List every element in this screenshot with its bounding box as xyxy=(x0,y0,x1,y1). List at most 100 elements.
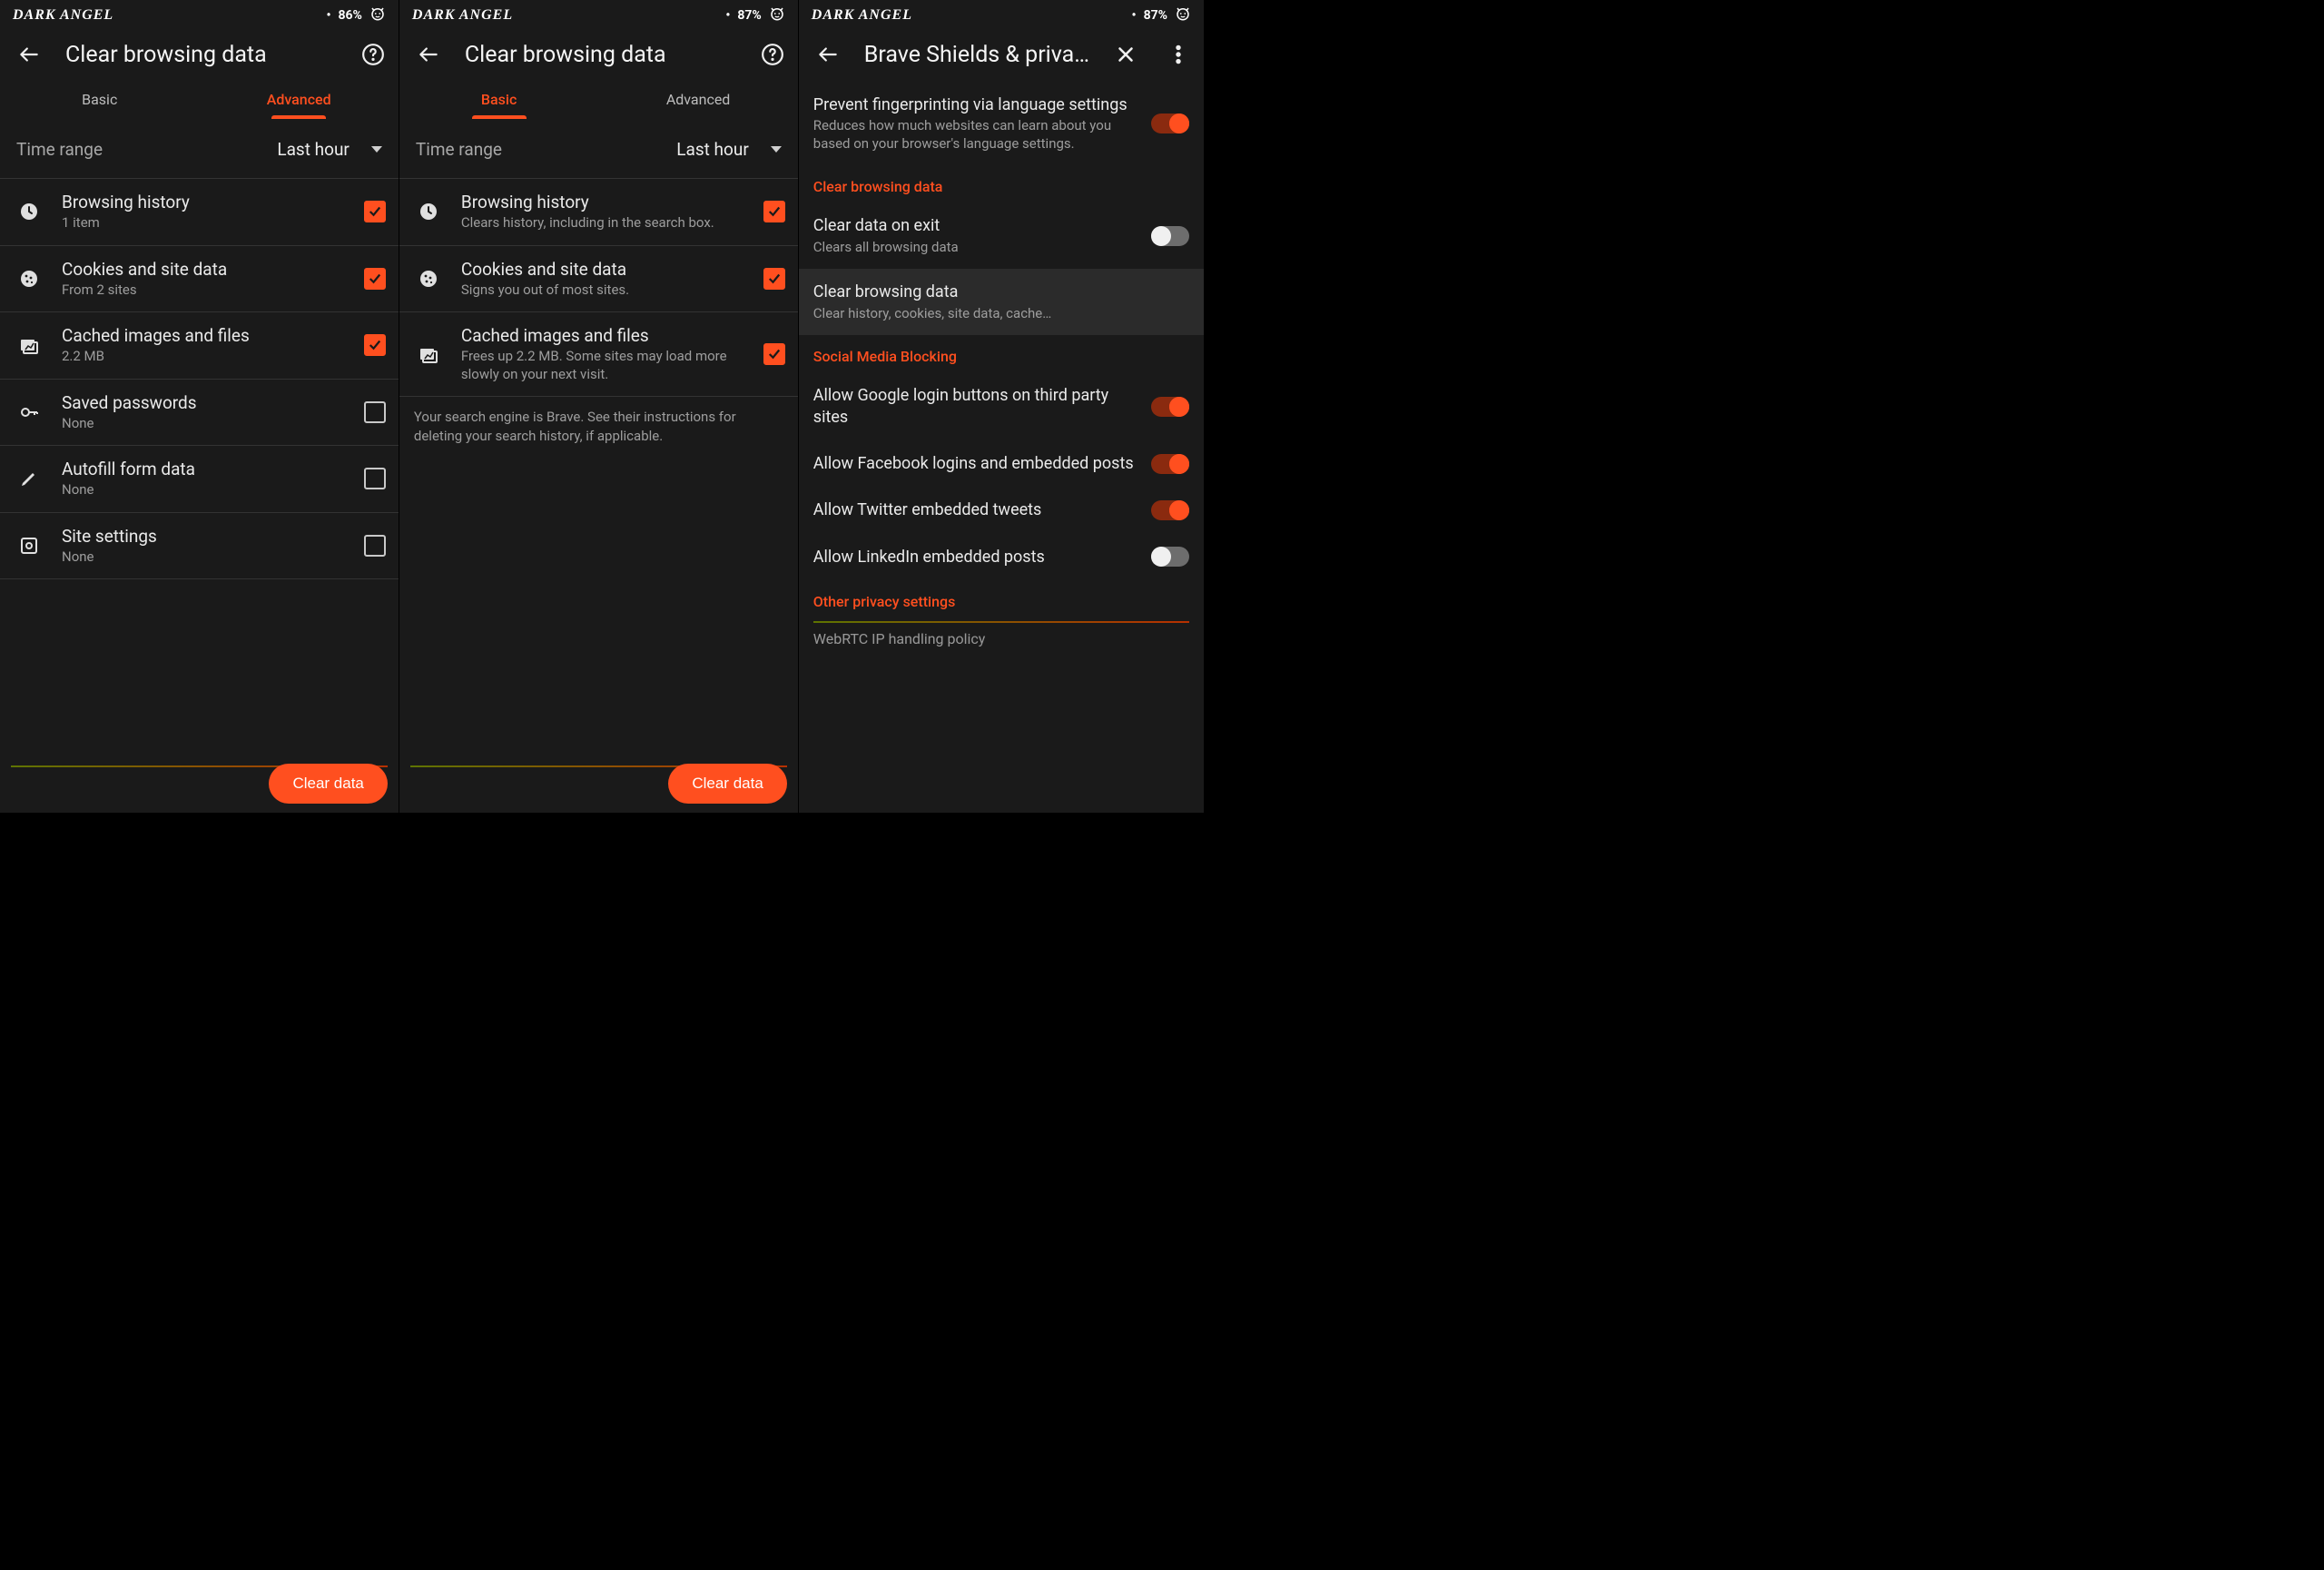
time-range-row[interactable]: Time range Last hour xyxy=(399,119,798,178)
chevron-down-icon xyxy=(771,146,782,153)
app-bar: Brave Shields & priva… xyxy=(799,27,1204,82)
time-range-dropdown[interactable]: Last hour xyxy=(676,139,782,160)
item-title: Site settings xyxy=(62,526,348,547)
toggle[interactable] xyxy=(1151,454,1189,474)
setting-title: Allow Facebook logins and embedded posts xyxy=(813,453,1138,474)
status-bar: DARK ANGEL • 87% xyxy=(799,0,1204,27)
item-title: Browsing history xyxy=(62,192,348,212)
setting-title: Clear browsing data xyxy=(813,281,1189,302)
tabs: Basic Advanced xyxy=(399,82,798,119)
devil-icon xyxy=(1175,5,1191,25)
setting-row[interactable]: Allow Facebook logins and embedded posts xyxy=(799,440,1204,487)
tab-advanced[interactable]: Advanced xyxy=(199,82,398,119)
tab-basic[interactable]: Basic xyxy=(399,82,598,119)
setting-row-cutoff[interactable]: WebRTC IP handling policy xyxy=(799,628,1204,649)
item-sub: Signs you out of most sites. xyxy=(461,281,747,300)
setting-sub: Clears all browsing data xyxy=(813,239,1138,257)
checkbox[interactable] xyxy=(763,201,785,222)
status-dot: • xyxy=(1132,8,1137,23)
time-range-row[interactable]: Time range Last hour xyxy=(0,119,399,178)
section-header: Other privacy settings xyxy=(799,580,1204,617)
item-sub: Clears history, including in the search … xyxy=(461,214,747,232)
status-bar: DARK ANGEL • 87% xyxy=(399,0,798,27)
setting-row-highlighted[interactable]: Clear browsing data Clear history, cooki… xyxy=(799,269,1204,335)
status-bar: DARK ANGEL • 86% xyxy=(0,0,399,27)
toggle[interactable] xyxy=(1151,397,1189,417)
status-dot: • xyxy=(725,8,730,23)
panel-shields-privacy: DARK ANGEL • 87% Brave Shields & priva… … xyxy=(799,0,1205,813)
back-button[interactable] xyxy=(13,38,45,71)
clear-data-button[interactable]: Clear data xyxy=(269,764,387,804)
time-range-value: Last hour xyxy=(277,139,350,160)
time-range-value: Last hour xyxy=(676,139,749,160)
toggle[interactable] xyxy=(1151,500,1189,520)
item-sub: None xyxy=(62,481,348,499)
setting-title: Prevent fingerprinting via language sett… xyxy=(813,94,1138,115)
help-button[interactable] xyxy=(357,38,389,71)
list-item[interactable]: Browsing history 1 item xyxy=(0,178,399,245)
list-item[interactable]: Site settings None xyxy=(0,512,399,580)
button-bar: Clear data xyxy=(410,765,787,804)
clear-data-list: Browsing history 1 item Cookies and site… xyxy=(0,178,399,579)
setting-title: Clear data on exit xyxy=(813,215,1138,236)
item-title: Cached images and files xyxy=(62,325,348,346)
close-button[interactable] xyxy=(1109,38,1142,71)
checkbox[interactable] xyxy=(364,268,386,290)
toggle[interactable] xyxy=(1151,226,1189,246)
item-title: Browsing history xyxy=(461,192,747,212)
devil-icon xyxy=(369,5,386,25)
checkbox[interactable] xyxy=(364,201,386,222)
checkbox[interactable] xyxy=(364,535,386,557)
list-item[interactable]: Autofill form data None xyxy=(0,445,399,512)
checkbox[interactable] xyxy=(763,343,785,365)
time-range-label: Time range xyxy=(416,139,502,160)
panel-advanced: DARK ANGEL • 86% Clear browsing data Bas… xyxy=(0,0,399,813)
item-title: Autofill form data xyxy=(62,459,348,479)
checkbox[interactable] xyxy=(364,401,386,423)
pencil-icon xyxy=(13,468,45,489)
back-button[interactable] xyxy=(412,38,445,71)
status-dot: • xyxy=(326,8,330,23)
overflow-menu-button[interactable] xyxy=(1162,38,1195,71)
chevron-down-icon xyxy=(371,146,382,153)
list-item[interactable]: Cookies and site data Signs you out of m… xyxy=(399,245,798,312)
tabs: Basic Advanced xyxy=(0,82,399,119)
list-item[interactable]: Saved passwords None xyxy=(0,379,399,446)
setting-row[interactable]: Allow Twitter embedded tweets xyxy=(799,487,1204,533)
setting-sub: Reduces how much websites can learn abou… xyxy=(813,117,1138,153)
app-bar: Clear browsing data xyxy=(0,27,399,82)
list-item[interactable]: Cookies and site data From 2 sites xyxy=(0,245,399,312)
checkbox[interactable] xyxy=(364,468,386,489)
checkbox[interactable] xyxy=(364,334,386,356)
clock-icon xyxy=(412,201,445,222)
setting-sub: Clear history, cookies, site data, cache… xyxy=(813,305,1189,323)
item-title: Cookies and site data xyxy=(62,259,348,280)
setting-title: Allow LinkedIn embedded posts xyxy=(813,547,1138,568)
setting-row[interactable]: Allow LinkedIn embedded posts xyxy=(799,534,1204,580)
page-title: Clear browsing data xyxy=(65,42,337,68)
toggle[interactable] xyxy=(1151,114,1189,133)
list-item[interactable]: Cached images and files 2.2 MB xyxy=(0,311,399,379)
setting-row[interactable]: Clear data on exit Clears all browsing d… xyxy=(799,202,1204,269)
clear-data-button[interactable]: Clear data xyxy=(668,764,786,804)
item-title: Cookies and site data xyxy=(461,259,747,280)
battery-label: 87% xyxy=(737,8,761,23)
gradient-divider xyxy=(813,621,1189,623)
devil-icon xyxy=(769,5,785,25)
image-icon xyxy=(13,334,45,356)
carrier-label: DARK ANGEL xyxy=(812,7,912,24)
back-button[interactable] xyxy=(812,38,844,71)
checkbox[interactable] xyxy=(763,268,785,290)
settings-list: Prevent fingerprinting via language sett… xyxy=(799,82,1204,649)
time-range-dropdown[interactable]: Last hour xyxy=(277,139,382,160)
list-item[interactable]: Browsing history Clears history, includi… xyxy=(399,178,798,245)
tab-advanced[interactable]: Advanced xyxy=(598,82,797,119)
setting-row[interactable]: Prevent fingerprinting via language sett… xyxy=(799,82,1204,165)
toggle[interactable] xyxy=(1151,547,1189,567)
list-item[interactable]: Cached images and files Frees up 2.2 MB.… xyxy=(399,311,798,397)
battery-label: 87% xyxy=(1144,8,1167,23)
setting-row[interactable]: Allow Google login buttons on third part… xyxy=(799,372,1204,440)
tab-basic[interactable]: Basic xyxy=(0,82,199,119)
help-button[interactable] xyxy=(756,38,789,71)
section-header: Social Media Blocking xyxy=(799,335,1204,372)
